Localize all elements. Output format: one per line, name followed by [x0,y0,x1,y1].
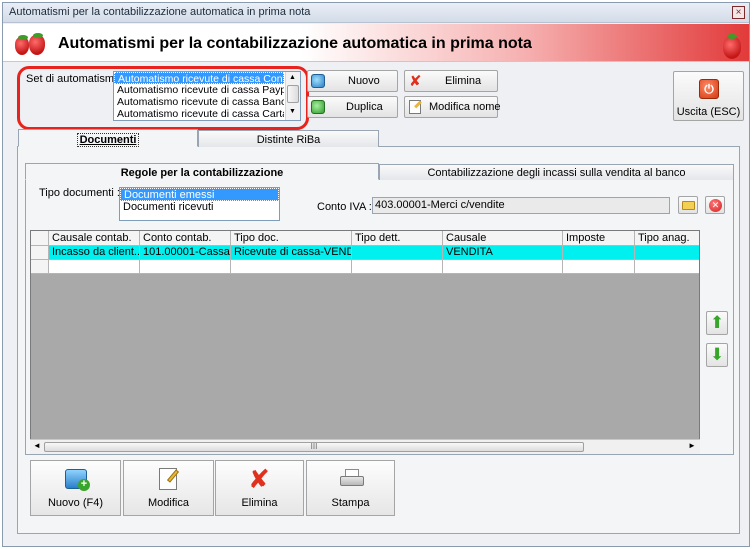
clear-conto-button[interactable]: ✕ [705,196,725,214]
strawberry-logo-icon [15,33,51,57]
move-up-button[interactable]: ⬆ [706,311,728,335]
modifica-nome-label: Modifica nome [429,101,501,113]
column-header[interactable]: Conto contab. [140,231,231,246]
table-cell[interactable] [563,260,635,274]
nuovo-label: Nuovo [348,75,380,87]
new-record-icon: + [65,469,90,491]
stampa-button[interactable]: Stampa [306,460,395,516]
tab-distinte-riba[interactable]: Distinte RiBa [198,130,379,147]
table-cell[interactable] [635,260,699,274]
table-cell[interactable] [635,246,699,260]
table-cell[interactable] [49,260,140,274]
tipo-documenti-list[interactable]: Documenti emessi Documenti ricevuti [119,187,280,221]
tab-regole-label: Regole per la contabilizzazione [120,167,284,179]
tipo-documenti-label: Tipo documenti : [39,187,120,199]
scroll-thumb[interactable]: III [44,442,584,452]
nuovo-f4-label: Nuovo (F4) [47,497,104,509]
duplicate-icon [311,100,325,114]
scroll-right-icon[interactable]: ► [688,441,696,450]
tab-documenti[interactable]: Documenti [18,129,198,147]
delete-x-icon: ✘ [248,464,270,494]
tab-regole-contabilizzazione[interactable]: Regole per la contabilizzazione [25,163,379,180]
list-item[interactable]: Documenti emessi [120,188,279,201]
arrow-down-icon: ⬇ [710,345,725,364]
table-cell[interactable]: VENDITA [443,246,563,260]
rules-grid[interactable]: Causale contab. Conto contab. Tipo doc. … [30,230,700,453]
delete-x-icon: ✘ [409,73,422,90]
table-cell[interactable] [231,260,352,274]
column-header[interactable]: Tipo dett. [352,231,443,246]
application-window: Automatismi per la contabilizzazione aut… [2,2,750,547]
scroll-left-icon[interactable]: ◄ [33,441,41,450]
column-header[interactable]: Causale contab. [49,231,140,246]
modifica-regola-button[interactable]: Modifica [123,460,214,516]
window-title: Automatismi per la contabilizzazione aut… [9,6,311,18]
printer-icon [340,469,364,489]
list-item[interactable]: Documenti ricevuti [120,201,279,214]
conto-iva-label: Conto IVA : [317,201,372,213]
column-header[interactable]: Tipo doc. [231,231,352,246]
duplica-set-button[interactable]: Duplica [307,96,398,118]
modifica-nome-button[interactable]: Modifica nome [404,96,501,118]
duplica-label: Duplica [346,101,383,113]
close-window-button[interactable]: × [732,6,745,19]
new-set-icon [311,74,325,88]
nuovo-set-button[interactable]: Nuovo [307,70,398,92]
nuovo-regola-button[interactable]: + Nuovo (F4) [30,460,121,516]
row-selector[interactable] [31,260,49,274]
elimina-set-button[interactable]: ✘ Elimina [404,70,498,92]
tab-contabilizzazione-incassi[interactable]: Contabilizzazione degli incassi sulla ve… [379,164,734,180]
strawberry-icon [721,31,743,59]
page-heading: Automatismi per la contabilizzazione aut… [58,35,532,52]
table-cell[interactable] [140,260,231,274]
title-bar: Automatismi per la contabilizzazione aut… [3,3,749,23]
elimina-regola-button[interactable]: ✘ Elimina [215,460,304,516]
tab-incassi-label: Contabilizzazione degli incassi sulla ve… [427,167,686,179]
conto-iva-field[interactable]: 403.00001-Merci c/vendite [372,197,670,214]
folder-icon [682,201,695,210]
table-cell[interactable] [352,260,443,274]
table-cell[interactable]: Ricevute di cassa-VEND... [231,246,352,260]
column-header[interactable]: Causale [443,231,563,246]
stampa-label: Stampa [331,497,370,509]
table-cell[interactable] [352,246,443,260]
header-banner: Automatismi per la contabilizzazione aut… [3,24,749,62]
column-header[interactable]: Imposte [563,231,635,246]
column-header[interactable]: Tipo anag. [635,231,699,246]
uscita-button[interactable]: ⏻ Uscita (ESC) [673,71,744,121]
power-exit-icon: ⏻ [699,79,719,99]
tab-distinte-riba-label: Distinte RiBa [256,134,321,146]
move-down-button[interactable]: ⬇ [706,343,728,367]
table-cell[interactable]: Incasso da client... [49,246,140,260]
elimina-label: Elimina [445,75,482,87]
uscita-label: Uscita (ESC) [676,106,741,118]
annotation-highlight [17,66,309,130]
grid-corner [31,231,49,246]
edit-document-icon [159,468,180,490]
clear-icon: ✕ [709,199,722,212]
table-cell[interactable] [443,260,563,274]
grid-horizontal-scrollbar[interactable]: ◄ III ► [30,439,700,454]
arrow-up-icon: ⬆ [710,313,725,332]
tab-documenti-label: Documenti [76,133,140,147]
table-cell[interactable] [563,246,635,260]
elimina-regola-label: Elimina [241,497,278,509]
table-cell[interactable]: 101.00001-Cassa [140,246,231,260]
modifica-label: Modifica [148,497,189,509]
browse-folder-button[interactable] [678,196,698,214]
row-selector[interactable] [31,246,49,260]
edit-name-icon [409,100,422,114]
